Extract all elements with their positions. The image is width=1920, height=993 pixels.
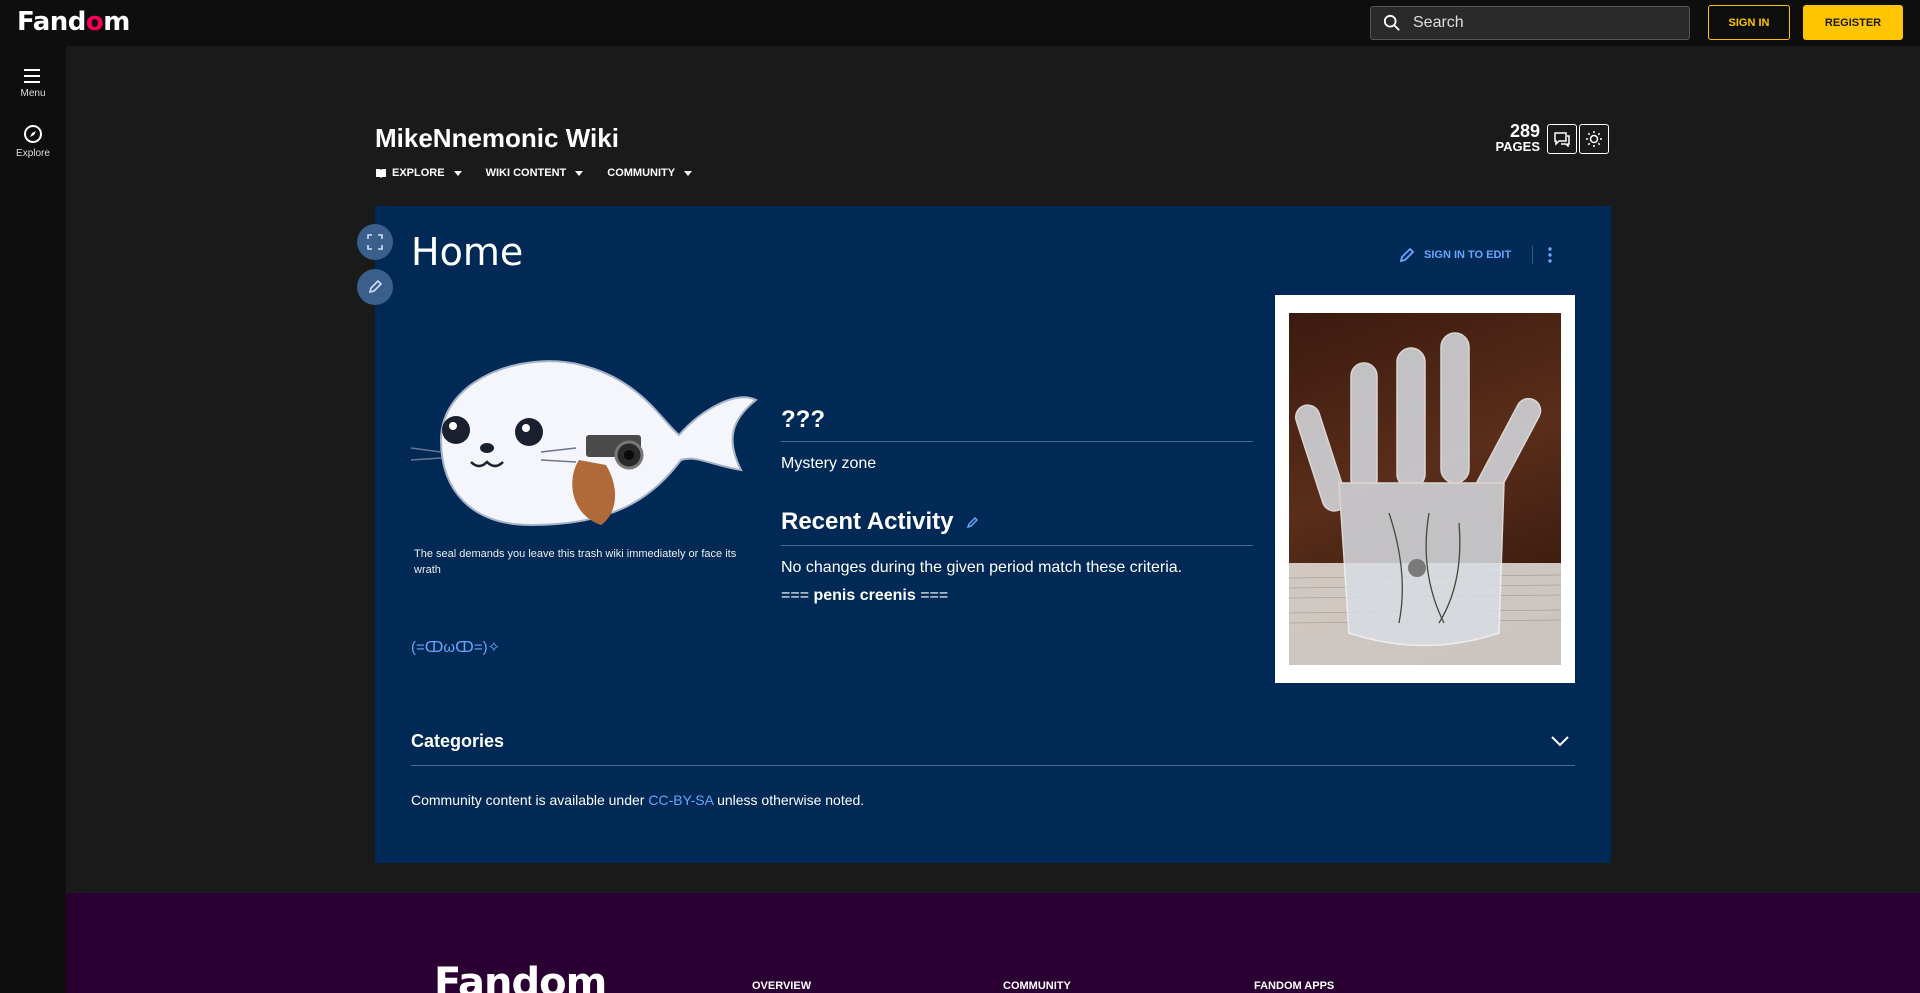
license-suffix: unless otherwise noted. [713, 792, 865, 808]
search-box[interactable] [1370, 6, 1690, 40]
hamburger-icon [24, 69, 40, 83]
nav-wiki-content[interactable]: WIKI CONTENT [486, 167, 584, 179]
sign-in-to-edit-label: SIGN IN TO EDIT [1424, 249, 1512, 261]
menu-button[interactable]: Menu [0, 68, 66, 99]
categories-expand-button[interactable] [1550, 734, 1570, 752]
recent-activity-text: No changes during the given period match… [781, 559, 1183, 576]
robot-hand-illustration [1289, 332, 1561, 665]
section-heading-mystery: ??? [781, 406, 825, 433]
nav-community-label: COMMUNITY [607, 167, 676, 179]
nav-explore[interactable]: EXPLORE [375, 167, 462, 179]
section3-bold: penis creenis [813, 587, 916, 604]
fandom-logo[interactable]: Fandom [17, 7, 130, 37]
theme-toggle-button[interactable] [1579, 124, 1609, 154]
pencil-icon [368, 279, 383, 294]
section-heading-recent-activity: Recent Activity [781, 508, 1253, 536]
explore-button[interactable]: Explore [0, 124, 66, 159]
menu-label: Menu [20, 88, 46, 99]
chevron-down-icon [684, 170, 693, 176]
wiki-navigation: EXPLORE WIKI CONTENT COMMUNITY [375, 167, 693, 179]
categories-toggle[interactable]: Categories [411, 731, 504, 752]
register-button[interactable]: REGISTER [1803, 5, 1903, 40]
seal-image [410, 340, 759, 540]
edit-side-button[interactable] [357, 269, 393, 305]
footer-fandom-apps-heading: FANDOM APPS [1254, 980, 1335, 992]
license-notice: Community content is available under CC-… [411, 792, 864, 808]
page-title: Home [411, 230, 524, 274]
pencil-icon[interactable] [966, 515, 980, 529]
explore-label: Explore [16, 148, 50, 159]
pencil-icon [1399, 247, 1415, 263]
discussions-button[interactable] [1547, 124, 1577, 154]
heading-rule [781, 441, 1253, 442]
fullscreen-button[interactable] [357, 224, 393, 260]
chevron-down-icon [453, 170, 462, 176]
search-icon [1383, 14, 1400, 31]
cc-by-sa-link[interactable]: CC-BY-SA [648, 792, 713, 808]
divider [1532, 246, 1533, 264]
footer-overview-heading: OVERVIEW [752, 980, 812, 992]
section3-line: === penis creenis === [781, 587, 1253, 605]
nav-explore-label: EXPLORE [392, 167, 445, 179]
sign-in-to-edit-link[interactable]: SIGN IN TO EDIT [1398, 246, 1511, 264]
section3-suffix: === [915, 587, 949, 604]
nav-wiki-content-label: WIKI CONTENT [485, 167, 567, 179]
page-count-label: PAGES [1495, 139, 1540, 154]
sign-in-button[interactable]: SIGN IN [1708, 5, 1790, 40]
page-count-number: 289 [1509, 121, 1540, 141]
book-icon [376, 169, 386, 178]
compass-icon [24, 125, 42, 143]
expand-icon [367, 234, 383, 250]
search-input[interactable] [1413, 14, 1673, 32]
footer-community-heading: COMMUNITY [1003, 980, 1071, 992]
emoticon-link[interactable]: (=ↀωↀ=)✧ [411, 638, 500, 656]
page-count: 289 PAGES [1490, 122, 1540, 153]
seal-caption: The seal demands you leave this trash wi… [414, 548, 737, 576]
section3-prefix: === [781, 587, 814, 604]
mystery-text: Mystery zone [781, 455, 877, 472]
chevron-down-icon [1551, 736, 1569, 747]
robot-hand-image-frame [1275, 295, 1575, 683]
seal-with-gun-illustration [410, 360, 758, 527]
nav-community[interactable]: COMMUNITY [607, 167, 693, 179]
footer-fandom-logo[interactable]: Fandom [434, 960, 607, 993]
sun-icon [1586, 131, 1602, 147]
robot-hand-photo [1289, 313, 1561, 665]
discussion-icon [1554, 132, 1570, 147]
more-actions-button[interactable] [1547, 246, 1553, 269]
heading-rule [781, 545, 1253, 546]
license-prefix: Community content is available under [411, 792, 649, 808]
categories-rule [411, 765, 1575, 766]
global-footer [66, 893, 1920, 993]
kebab-icon [1548, 247, 1552, 263]
left-rail: Menu Explore [0, 46, 66, 993]
wiki-title[interactable]: MikeNnemonic Wiki [375, 123, 619, 154]
recent-activity-title: Recent Activity [781, 508, 954, 535]
global-navigation: Fandom SIGN IN REGISTER [0, 0, 1920, 46]
chevron-down-icon [575, 170, 584, 176]
